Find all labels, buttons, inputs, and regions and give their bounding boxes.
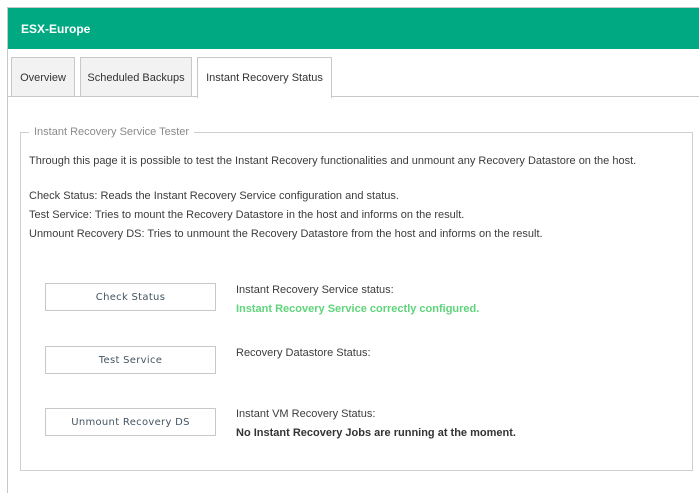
help-unmount: Unmount Recovery DS: Tries to unmount th…: [29, 228, 543, 240]
window-titlebar: ESX-Europe: [8, 8, 699, 49]
tab-content: Instant Recovery Service Tester Through …: [8, 97, 699, 493]
test-service-button[interactable]: Test Service: [45, 346, 216, 374]
help-test-service: Test Service: Tries to mount the Recover…: [29, 209, 465, 221]
check-status-button[interactable]: Check Status: [45, 283, 216, 311]
tab-overview[interactable]: Overview: [11, 57, 75, 97]
window-title: ESX-Europe: [21, 21, 91, 36]
tab-bar: Overview Scheduled Backups Instant Recov…: [8, 49, 699, 98]
service-status-value: Instant Recovery Service correctly confi…: [236, 303, 480, 315]
intro-text: Through this page it is possible to test…: [29, 155, 637, 167]
tab-divider: [8, 96, 699, 97]
datastore-status-label: Recovery Datastore Status:: [236, 347, 371, 359]
tab-instant-recovery-status[interactable]: Instant Recovery Status: [197, 57, 332, 98]
tab-scheduled-backups[interactable]: Scheduled Backups: [80, 57, 192, 97]
unmount-recovery-ds-button[interactable]: Unmount Recovery DS: [45, 408, 216, 436]
help-check-status: Check Status: Reads the Instant Recovery…: [29, 190, 399, 202]
group-legend: Instant Recovery Service Tester: [34, 126, 190, 138]
vm-recovery-status-value: No Instant Recovery Jobs are running at …: [236, 427, 516, 439]
instant-recovery-tester-group: Instant Recovery Service Tester Through …: [20, 126, 693, 471]
esx-europe-window: ESX-Europe Overview Scheduled Backups In…: [7, 7, 699, 493]
service-status-label: Instant Recovery Service status:: [236, 284, 394, 296]
vm-recovery-status-label: Instant VM Recovery Status:: [236, 408, 376, 420]
